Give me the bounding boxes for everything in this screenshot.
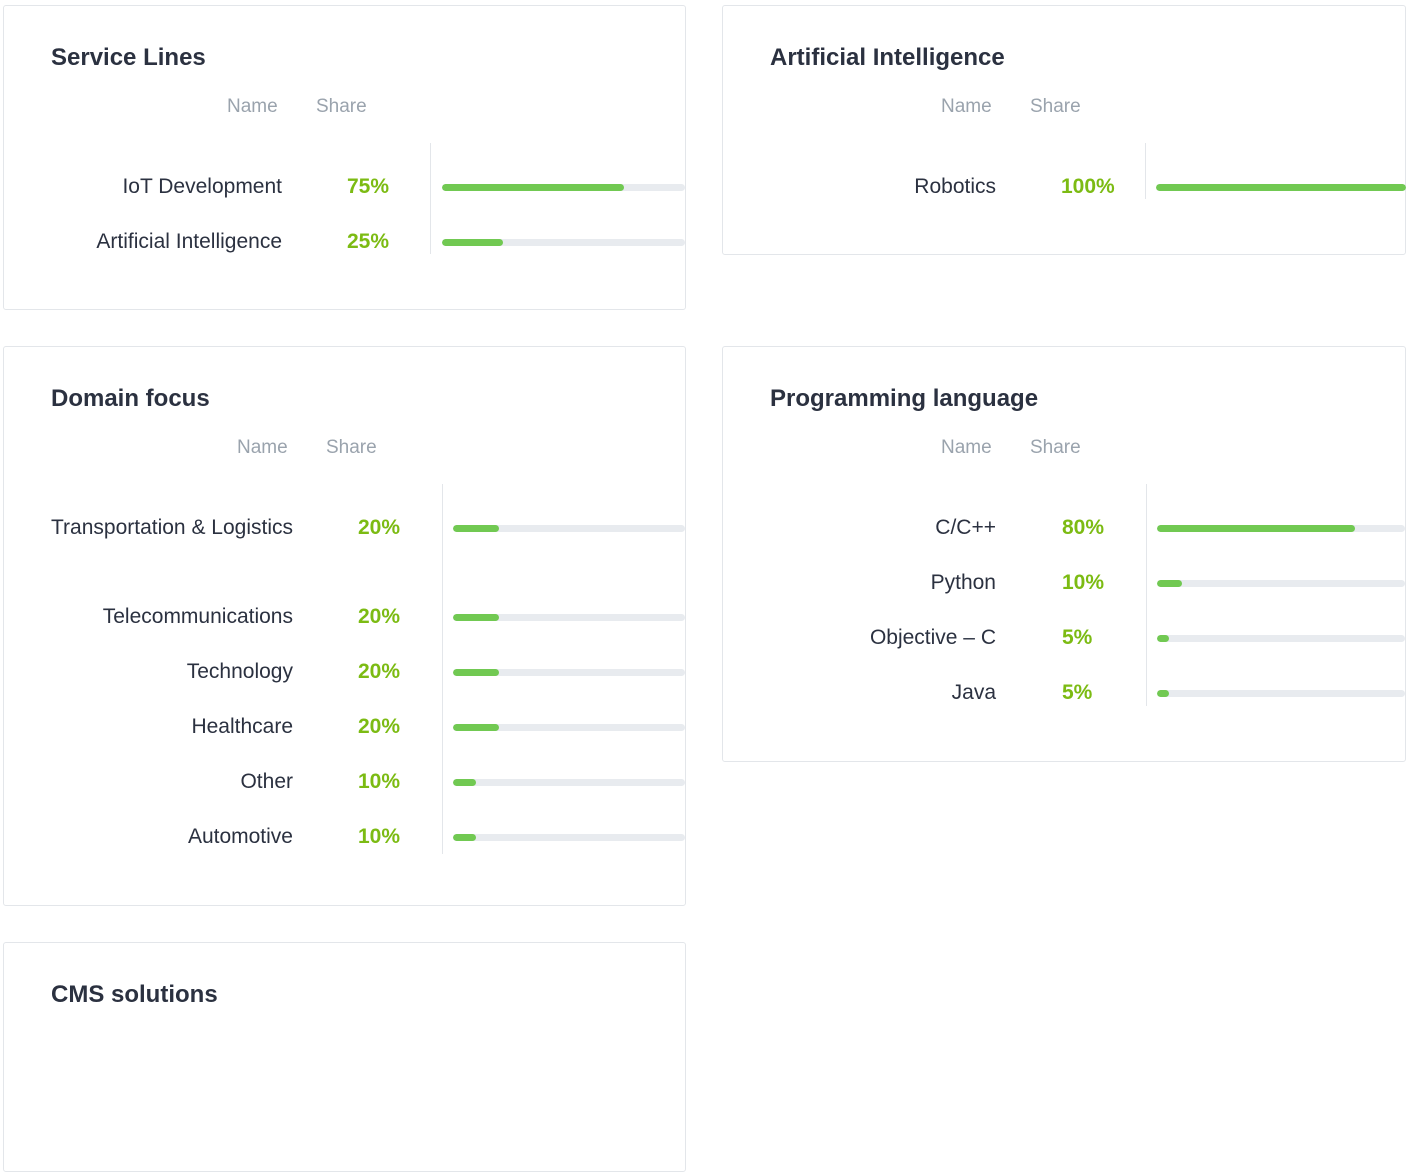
share-bar-fill: [442, 184, 625, 191]
row-name: Transportation & Logistics: [50, 516, 293, 539]
name-column-header: Name: [227, 96, 278, 117]
domain-focus-card: Domain focus Name Share Transportation &…: [3, 346, 686, 906]
service-lines-card: Service Lines Name Share IoT Development…: [3, 5, 686, 310]
row-name: Other: [240, 770, 293, 793]
share-bar-track: [442, 239, 685, 246]
share-bar-track: [453, 525, 685, 532]
share-bar-fill: [442, 239, 503, 246]
cms-solutions-card: CMS solutions: [3, 942, 686, 1172]
share-bar-fill: [1156, 184, 1406, 191]
row-percentage: 5%: [1062, 681, 1093, 704]
share-bar-fill: [453, 724, 500, 731]
share-bar-track: [453, 669, 685, 676]
share-column-header: Share: [316, 96, 367, 117]
row-name: Technology: [186, 660, 293, 683]
row-percentage: 20%: [358, 605, 401, 628]
row-percentage: 10%: [358, 825, 401, 848]
row-percentage: 10%: [358, 770, 401, 793]
row-name: Robotics: [914, 175, 996, 198]
share-column-header: Share: [326, 437, 377, 458]
share-bar-fill: [1157, 635, 1170, 642]
row-name: IoT Development: [122, 175, 282, 198]
share-column-header: Share: [1030, 437, 1081, 458]
share-bar-track: [1156, 184, 1406, 191]
row-name: Healthcare: [191, 715, 293, 738]
row-name: Python: [930, 571, 996, 594]
column-divider: [1145, 143, 1146, 199]
name-column-header: Name: [941, 437, 992, 458]
row-name: Telecommunications: [102, 605, 293, 628]
row-name: Java: [951, 681, 996, 704]
share-rows: IoT Development 75% Artificial Intelligenc…: [49, 143, 689, 254]
row-percentage: 20%: [358, 715, 401, 738]
name-column-header: Name: [941, 96, 992, 117]
name-column-header: Name: [237, 437, 288, 458]
share-bar-fill: [453, 834, 477, 841]
row-percentage: 20%: [358, 516, 401, 539]
share-bar-fill: [453, 669, 500, 676]
row-name: Objective – C: [869, 626, 996, 649]
column-divider: [430, 143, 431, 254]
share-bar-fill: [1157, 580, 1182, 587]
row-name: Artificial Intelligence: [96, 230, 282, 253]
share-rows: Transportation & Logistics 20% Telecommuni…: [49, 484, 689, 854]
row-percentage: 20%: [358, 660, 401, 683]
artificial-intelligence-card: Artificial Intelligence Name Share Robot…: [722, 5, 1406, 255]
share-bar-track: [453, 614, 685, 621]
share-bar-track: [453, 834, 685, 841]
row-name: C/C++: [935, 516, 996, 539]
share-bar-fill: [1157, 525, 1356, 532]
share-bar-track: [1157, 690, 1405, 697]
share-bar-fill: [453, 525, 500, 532]
share-bar-track: [1157, 580, 1405, 587]
share-bar-fill: [1157, 690, 1170, 697]
row-percentage: 80%: [1062, 516, 1105, 539]
share-bar-fill: [453, 614, 500, 621]
row-name: Automotive: [187, 825, 293, 848]
row-percentage: 5%: [1062, 626, 1093, 649]
share-bar-track: [1157, 525, 1405, 532]
share-rows: Robotics 100%: [769, 143, 1407, 199]
row-percentage: 25%: [347, 230, 390, 253]
card-title: Service Lines: [51, 44, 206, 71]
column-divider: [1146, 484, 1147, 706]
row-percentage: 75%: [347, 175, 390, 198]
row-percentage: 10%: [1062, 571, 1105, 594]
card-title: Artificial Intelligence: [770, 44, 1005, 71]
share-column-header: Share: [1030, 96, 1081, 117]
share-bar-track: [442, 184, 685, 191]
card-title: Programming language: [770, 385, 1039, 412]
share-bar-fill: [453, 779, 477, 786]
row-percentage: 100%: [1061, 175, 1115, 198]
share-bar-track: [453, 779, 685, 786]
card-title: Domain focus: [51, 385, 210, 412]
programming-language-card: Programming language Name Share C/C++ 80%…: [722, 346, 1406, 762]
share-bar-track: [453, 724, 685, 731]
column-divider: [442, 484, 443, 854]
card-title: CMS solutions: [51, 981, 218, 1008]
share-bar-track: [1157, 635, 1405, 642]
share-rows: C/C++ 80% Python 10% Objective – C 5% Java 5%: [769, 484, 1407, 706]
